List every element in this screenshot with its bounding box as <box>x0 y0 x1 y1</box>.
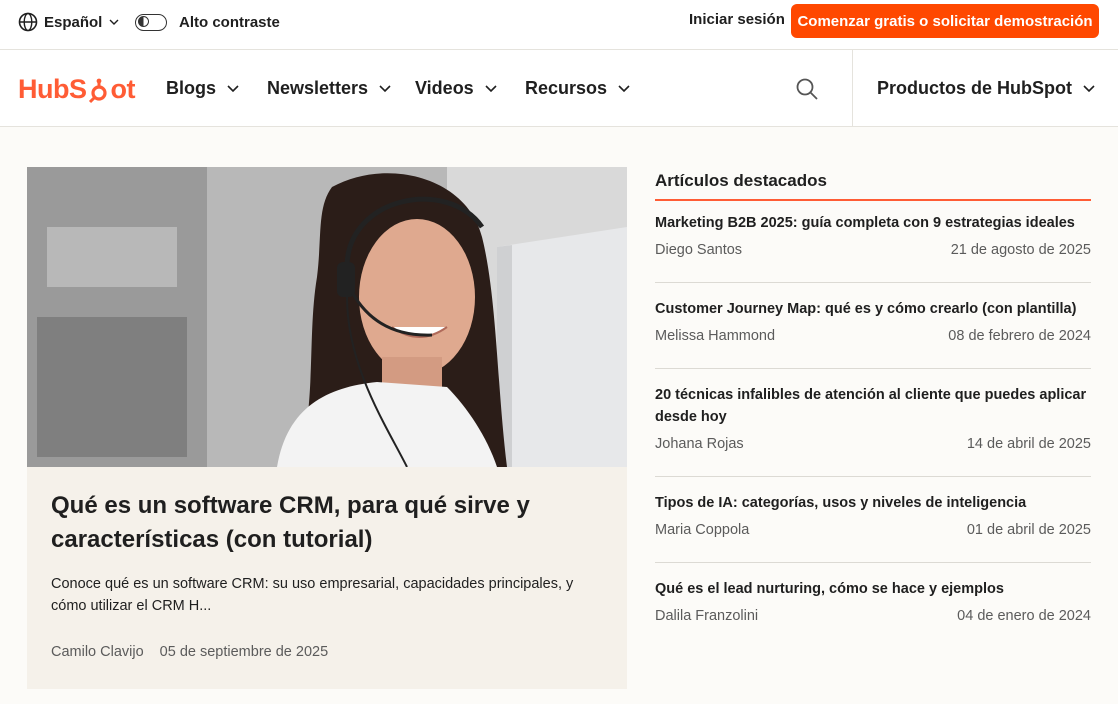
article-title[interactable]: Qué es el lead nurturing, cómo se hace y… <box>655 578 1091 600</box>
article-title[interactable]: Customer Journey Map: qué es y cómo crea… <box>655 298 1091 320</box>
language-label: Español <box>44 13 103 31</box>
featured-heading: Artículos destacados <box>655 171 827 190</box>
hero-description: Conoce qué es un software CRM: su uso em… <box>51 576 574 614</box>
nav-item-resources[interactable]: Recursos <box>525 76 631 100</box>
divider <box>655 562 1091 563</box>
products-label: Productos de HubSpot <box>877 77 1072 98</box>
featured-article[interactable]: Tipos de IA: categorías, usos y niveles … <box>655 492 1091 538</box>
featured-underline <box>655 199 1091 201</box>
article-date: 01 de abril de 2025 <box>966 522 1091 538</box>
hero-author[interactable]: Camilo Clavijo <box>51 644 144 660</box>
nav-label: Newsletters <box>267 77 369 98</box>
article-title[interactable]: 20 técnicas infalibles de atención al cl… <box>655 384 1091 428</box>
hero-meta: Camilo Clavijo 05 de septiembre de 2025 <box>51 644 328 660</box>
article-title[interactable]: Marketing B2B 2025: guía completa con 9 … <box>655 212 1091 234</box>
nav-item-videos[interactable]: Videos <box>415 76 498 100</box>
hubspot-products-menu[interactable]: Productos de HubSpot <box>877 76 1096 100</box>
featured-article[interactable]: 20 técnicas infalibles de atención al cl… <box>655 384 1091 452</box>
featured-article[interactable]: Customer Journey Map: qué es y cómo crea… <box>655 298 1091 344</box>
utility-bar: Español Alto contraste Iniciar sesión Co… <box>0 0 1118 50</box>
article-date: 04 de enero de 2024 <box>957 608 1091 624</box>
article-date: 08 de febrero de 2024 <box>948 328 1091 344</box>
main-navigation: HubS ot Blogs Newsletters Videos Recurso… <box>0 50 1118 127</box>
logo-text-right: ot <box>110 73 136 104</box>
nav-item-newsletters[interactable]: Newsletters <box>267 76 392 100</box>
hero-date: 05 de septiembre de 2025 <box>159 644 329 660</box>
hero-article-card[interactable]: Qué es un software CRM, para qué sirve y… <box>27 167 627 689</box>
chevron-down-icon <box>1083 84 1095 92</box>
start-free-button[interactable]: Comenzar gratis o solicitar demostración <box>791 4 1099 38</box>
article-author[interactable]: Johana Rojas <box>655 436 744 452</box>
nav-label: Blogs <box>166 77 217 98</box>
chevron-down-icon <box>379 84 391 92</box>
chevron-down-icon <box>109 19 119 25</box>
globe-icon <box>18 12 38 32</box>
sprocket-icon <box>88 78 110 104</box>
nav-label: Videos <box>415 77 474 98</box>
article-title[interactable]: Tipos de IA: categorías, usos y niveles … <box>655 492 1091 514</box>
nav-item-blogs[interactable]: Blogs <box>166 76 240 100</box>
contrast-icon <box>138 16 149 28</box>
chevron-down-icon <box>227 84 239 92</box>
language-selector[interactable]: Español <box>18 11 120 33</box>
hubspot-logo[interactable]: HubS ot <box>18 73 135 105</box>
chevron-down-icon <box>485 84 497 92</box>
featured-article[interactable]: Marketing B2B 2025: guía completa con 9 … <box>655 212 1091 258</box>
article-author[interactable]: Diego Santos <box>655 242 742 258</box>
divider <box>655 282 1091 283</box>
login-link[interactable]: Iniciar sesión <box>689 11 785 28</box>
hero-title[interactable]: Qué es un software CRM, para qué sirve y… <box>51 489 591 557</box>
article-date: 21 de agosto de 2025 <box>950 242 1091 258</box>
nav-divider <box>852 50 853 127</box>
article-author[interactable]: Melissa Hammond <box>655 328 775 344</box>
divider <box>655 368 1091 369</box>
toggle-switch[interactable] <box>135 13 167 31</box>
article-author[interactable]: Dalila Franzolini <box>655 608 758 624</box>
logo-text-left: HubS <box>18 73 87 104</box>
article-author[interactable]: Maria Coppola <box>655 522 749 538</box>
featured-article[interactable]: Qué es el lead nurturing, cómo se hace y… <box>655 578 1091 624</box>
search-button[interactable] <box>795 77 819 101</box>
divider <box>655 476 1091 477</box>
article-date: 14 de abril de 2025 <box>966 436 1091 452</box>
contrast-label: Alto contraste <box>179 13 280 31</box>
search-icon <box>796 78 818 100</box>
hero-image <box>27 167 627 467</box>
chevron-down-icon <box>618 84 630 92</box>
high-contrast-toggle[interactable]: Alto contraste <box>135 11 280 33</box>
nav-label: Recursos <box>525 77 608 98</box>
